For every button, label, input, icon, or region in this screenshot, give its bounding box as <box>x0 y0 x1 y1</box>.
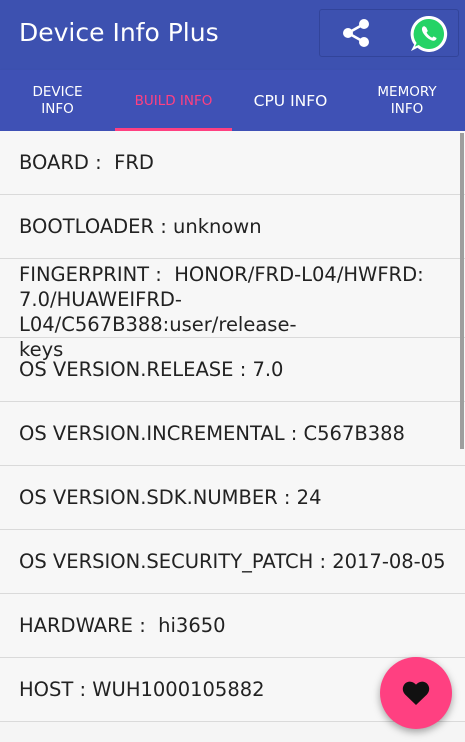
list-item-fingerprint: FINGERPRINT : HONOR/FRD-L04/HWFRD: 7.0/H… <box>0 259 465 361</box>
tab-bar: DEVICE INFO BUILD INFO CPU INFO MEMORY I… <box>0 70 465 131</box>
tab-build-info[interactable]: BUILD INFO <box>115 70 232 131</box>
favorite-button[interactable] <box>380 657 452 729</box>
list-item-bootloader: BOOTLOADER : unknown <box>0 195 465 259</box>
list-item-os-version-incremental: OS VERSION.INCREMENTAL : C567B388 <box>0 402 465 466</box>
app-bar: Device Info Plus <box>0 0 465 70</box>
list-item-security-patch: OS VERSION.SECURITY_PATCH : 2017-08-05 <box>0 530 465 594</box>
list-item-os-version-release: OS VERSION.RELEASE : 7.0 <box>0 338 465 402</box>
scrollbar[interactable] <box>460 133 464 449</box>
app-title: Device Info Plus <box>19 18 219 47</box>
tab-memory-info[interactable]: MEMORY INFO <box>349 70 465 131</box>
share-icon <box>343 19 369 47</box>
tab-cpu-info[interactable]: CPU INFO <box>232 70 349 131</box>
list-item-hardware: HARDWARE : hi3650 <box>0 594 465 658</box>
heart-icon <box>402 681 430 705</box>
list-item-board: BOARD : FRD <box>0 131 465 195</box>
whatsapp-icon <box>410 15 448 52</box>
action-group <box>319 9 459 57</box>
share-button[interactable] <box>338 15 374 51</box>
build-info-list[interactable]: BOARD : FRD BOOTLOADER : unknown FINGERP… <box>0 131 465 722</box>
tab-device-info[interactable]: DEVICE INFO <box>0 70 115 131</box>
whatsapp-button[interactable] <box>408 13 450 55</box>
list-item-os-version-sdk: OS VERSION.SDK.NUMBER : 24 <box>0 466 465 530</box>
